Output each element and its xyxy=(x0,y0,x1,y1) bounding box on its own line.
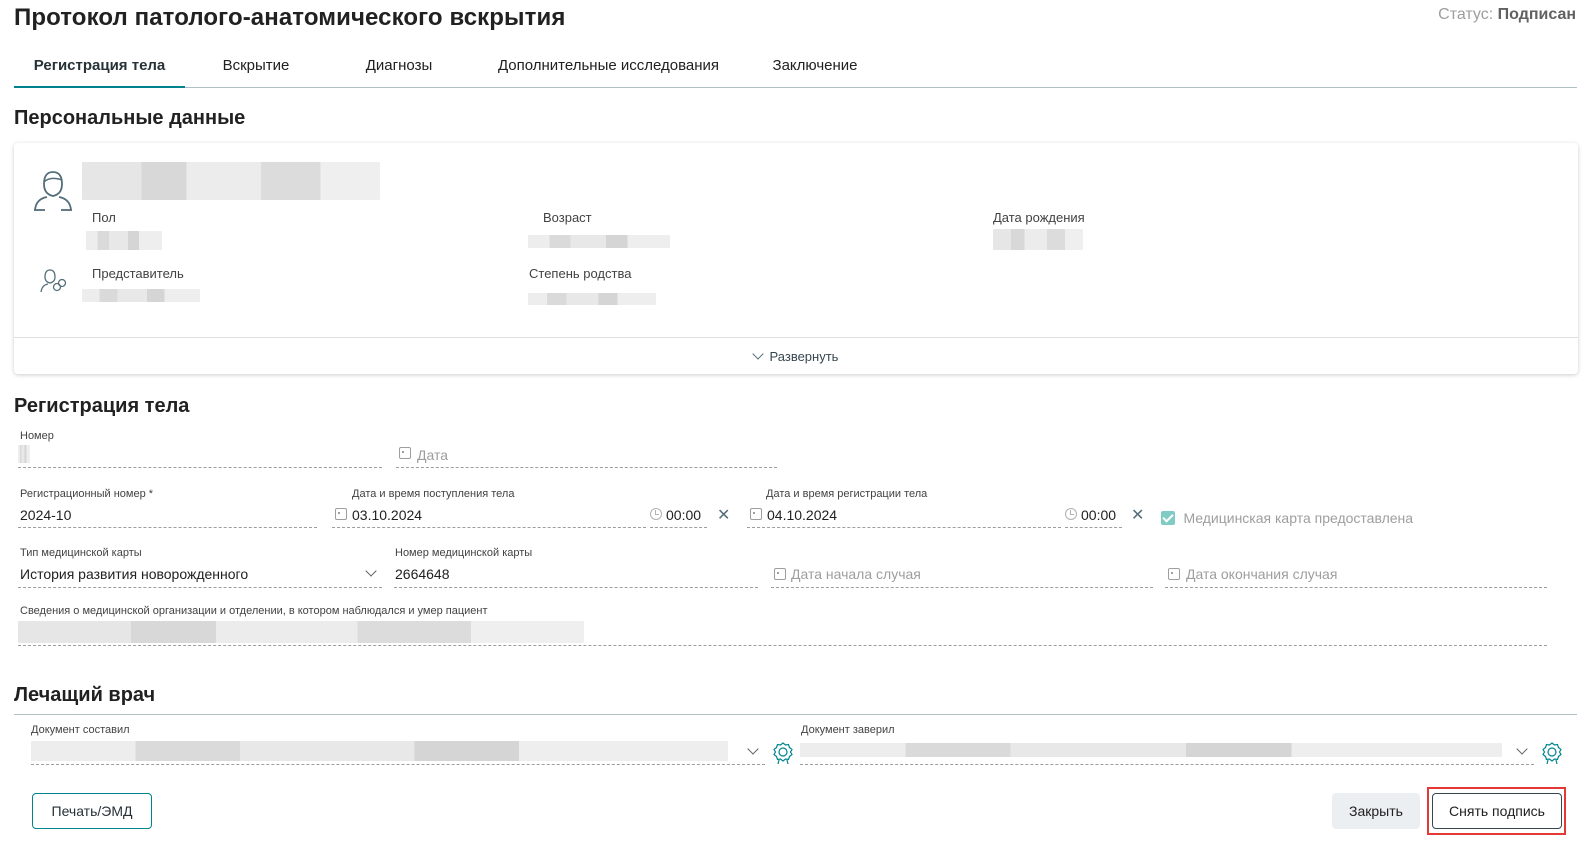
clear-arrival-icon[interactable]: ✕ xyxy=(717,505,730,525)
arrival-time-value: 00:00 xyxy=(666,507,702,523)
tab-autopsy[interactable]: Вскрытие xyxy=(204,57,308,87)
representative-icon xyxy=(40,269,67,293)
expand-label: Развернуть xyxy=(769,348,839,364)
compiled-by-select[interactable] xyxy=(31,738,765,765)
sex-value-redacted xyxy=(86,231,162,250)
arrival-datetime-label: Дата и время поступления тела xyxy=(352,488,515,500)
tab-additional-studies[interactable]: Дополнительные исследования xyxy=(486,57,731,87)
registration-datetime-label: Дата и время регистрации тела xyxy=(766,488,928,500)
card-type-select[interactable]: История развития новорожденного xyxy=(18,561,382,588)
tab-diagnoses[interactable]: Диагнозы xyxy=(344,57,454,87)
patient-name-redacted xyxy=(82,162,380,200)
age-label: Возраст xyxy=(543,210,592,225)
calendar-icon xyxy=(750,508,762,520)
arrival-time-field[interactable]: 00:00 xyxy=(650,502,707,528)
certified-by-select[interactable] xyxy=(800,738,1534,765)
registration-time-field[interactable]: 00:00 xyxy=(1065,502,1122,528)
reg-number-field[interactable]: 2024-10 xyxy=(18,502,317,528)
expand-button[interactable]: Развернуть xyxy=(14,337,1578,374)
clear-registration-icon[interactable]: ✕ xyxy=(1131,505,1144,525)
certified-by-value-redacted xyxy=(800,743,1502,757)
page-title: Протокол патолого-анатомического вскрыти… xyxy=(14,4,566,31)
remove-signature-button[interactable]: Снять подпись xyxy=(1432,793,1562,829)
clock-icon xyxy=(1065,508,1077,520)
close-button[interactable]: Закрыть xyxy=(1332,793,1420,829)
doctor-divider xyxy=(14,714,1577,715)
case-start-date-field[interactable]: Дата начала случая xyxy=(771,561,1153,588)
dob-value-redacted xyxy=(993,229,1083,250)
med-card-provided-label: Медицинская карта предоставлена xyxy=(1183,510,1414,526)
certified-by-label: Документ заверил xyxy=(801,724,895,736)
chevron-down-icon xyxy=(1516,743,1528,755)
dob-label: Дата рождения xyxy=(993,210,1085,225)
compiled-by-label: Документ составил xyxy=(31,724,130,736)
arrival-date-value: 03.10.2024 xyxy=(352,507,423,523)
reg-number-label: Регистрационный номер * xyxy=(20,488,154,500)
tab-bar: Регистрация тела Вскрытие Диагнозы Допол… xyxy=(14,48,1577,88)
reg-number-value: 2024-10 xyxy=(20,507,72,523)
clock-icon xyxy=(650,508,662,520)
active-tab-indicator xyxy=(14,86,185,88)
status-label: Статус: xyxy=(1438,6,1494,23)
number-value-redacted xyxy=(18,445,30,463)
tab-conclusion[interactable]: Заключение xyxy=(762,57,868,87)
relation-label: Степень родства xyxy=(529,266,632,281)
calendar-icon xyxy=(335,508,347,520)
doctor-section-title: Лечащий врач xyxy=(14,684,156,706)
card-number-field[interactable]: 2664648 xyxy=(394,561,758,588)
calendar-icon xyxy=(1168,568,1180,580)
org-info-label: Сведения о медицинской организации и отд… xyxy=(20,605,488,617)
tab-body-registration[interactable]: Регистрация тела xyxy=(14,57,185,87)
checkbox-checked-icon xyxy=(1161,511,1175,525)
status-indicator: Статус: Подписан xyxy=(1438,6,1576,24)
calendar-icon xyxy=(774,568,786,580)
status-value: Подписан xyxy=(1497,6,1576,23)
patient-icon xyxy=(34,171,72,211)
registration-date-field[interactable]: 04.10.2024 xyxy=(747,502,1061,528)
personal-data-title: Персональные данные xyxy=(14,107,246,129)
case-end-date-field[interactable]: Дата окончания случая xyxy=(1165,561,1547,588)
case-start-placeholder: Дата начала случая xyxy=(791,566,921,582)
relation-value-redacted xyxy=(528,293,656,305)
card-number-label: Номер медицинской карты xyxy=(395,547,533,559)
date-placeholder: Дата xyxy=(417,447,449,463)
date-field[interactable]: Дата xyxy=(396,443,777,468)
card-type-value: История развития новорожденного xyxy=(20,566,249,582)
chevron-down-icon xyxy=(365,565,377,577)
org-info-value-redacted xyxy=(18,621,584,643)
representative-label: Представитель xyxy=(92,266,184,281)
body-registration-title: Регистрация тела xyxy=(14,395,190,417)
registration-date-value: 04.10.2024 xyxy=(767,507,838,523)
card-type-label: Тип медицинской карты xyxy=(20,547,142,559)
registration-time-value: 00:00 xyxy=(1081,507,1117,523)
age-value-redacted xyxy=(528,235,670,248)
card-number-value: 2664648 xyxy=(395,566,450,582)
number-label: Номер xyxy=(20,430,54,442)
number-field[interactable] xyxy=(18,443,382,468)
certificate-icon[interactable] xyxy=(1542,742,1562,764)
org-info-field[interactable] xyxy=(18,619,1547,646)
chevron-down-icon xyxy=(751,347,764,360)
print-emd-button[interactable]: Печать/ЭМД xyxy=(32,793,152,829)
patient-card: Пол Возраст Дата рождения Представитель … xyxy=(14,143,1578,374)
med-card-provided-checkbox[interactable]: Медицинская карта предоставлена xyxy=(1161,510,1413,528)
sex-label: Пол xyxy=(92,210,116,225)
calendar-icon xyxy=(399,447,411,459)
compiled-by-value-redacted xyxy=(31,741,728,761)
arrival-date-field[interactable]: 03.10.2024 xyxy=(332,502,646,528)
case-end-placeholder: Дата окончания случая xyxy=(1186,566,1338,582)
chevron-down-icon xyxy=(747,743,759,755)
certificate-icon[interactable] xyxy=(773,742,793,764)
representative-value-redacted xyxy=(82,289,200,302)
